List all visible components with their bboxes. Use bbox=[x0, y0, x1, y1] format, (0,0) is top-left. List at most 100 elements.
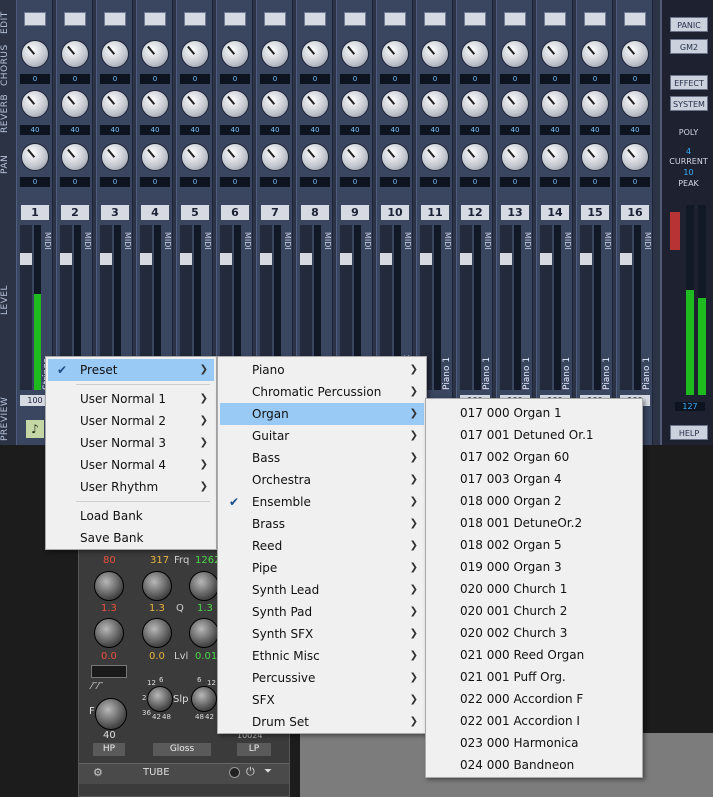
reverb-knob[interactable] bbox=[141, 90, 169, 118]
menu-item[interactable]: Pipe ❯ bbox=[220, 557, 424, 579]
menu-item[interactable]: Drum Set ❯ bbox=[220, 711, 424, 733]
edit-button[interactable] bbox=[344, 12, 366, 26]
tube-led-icon[interactable] bbox=[229, 767, 240, 778]
gain-knob[interactable] bbox=[94, 571, 124, 601]
reverb-knob[interactable] bbox=[61, 90, 89, 118]
reverb-knob[interactable] bbox=[301, 90, 329, 118]
effect-button[interactable]: EFFECT bbox=[670, 75, 708, 90]
system-button[interactable]: SYSTEM bbox=[670, 96, 708, 111]
power-icon[interactable]: ⏻ bbox=[246, 765, 255, 779]
pan-knob[interactable] bbox=[261, 143, 289, 171]
pan-knob[interactable] bbox=[621, 143, 649, 171]
gm2-button[interactable]: GM2 bbox=[670, 39, 708, 54]
reverb-knob[interactable] bbox=[581, 90, 609, 118]
reverb-knob[interactable] bbox=[221, 90, 249, 118]
pan-knob[interactable] bbox=[181, 143, 209, 171]
menu-item[interactable]: 022 001 Accordion I bbox=[428, 710, 640, 732]
fader-handle[interactable] bbox=[540, 253, 552, 265]
chorus-knob[interactable] bbox=[181, 40, 209, 68]
reverb-knob[interactable] bbox=[101, 90, 129, 118]
help-button[interactable]: HELP bbox=[670, 425, 708, 440]
menu-item[interactable]: 017 002 Organ 60 bbox=[428, 446, 640, 468]
menu-item[interactable]: 020 000 Church 1 bbox=[428, 578, 640, 600]
pan-knob[interactable] bbox=[541, 143, 569, 171]
master-fader-cap[interactable] bbox=[670, 212, 680, 250]
edit-button[interactable] bbox=[544, 12, 566, 26]
chorus-knob[interactable] bbox=[581, 40, 609, 68]
fader-handle[interactable] bbox=[100, 253, 112, 265]
level-fader[interactable] bbox=[460, 225, 472, 390]
edit-button[interactable] bbox=[24, 12, 46, 26]
slope-knob[interactable] bbox=[147, 686, 173, 712]
pan-knob[interactable] bbox=[341, 143, 369, 171]
level-fader[interactable] bbox=[500, 225, 512, 390]
menu-item[interactable]: 017 003 Organ 4 bbox=[428, 468, 640, 490]
edit-button[interactable] bbox=[584, 12, 606, 26]
reverb-knob[interactable] bbox=[381, 90, 409, 118]
q-knob-1[interactable] bbox=[94, 618, 124, 648]
hp-button[interactable]: HP bbox=[93, 743, 125, 756]
chorus-knob[interactable] bbox=[541, 40, 569, 68]
preview-note-icon[interactable]: ♪ bbox=[26, 420, 44, 438]
preset-name[interactable]: Piano 1 bbox=[602, 262, 614, 390]
freq-knob-2[interactable] bbox=[189, 571, 219, 601]
pan-knob[interactable] bbox=[221, 143, 249, 171]
q-knob-2[interactable] bbox=[142, 618, 172, 648]
reverb-knob[interactable] bbox=[621, 90, 649, 118]
level-fader[interactable] bbox=[620, 225, 632, 390]
pan-knob[interactable] bbox=[461, 143, 489, 171]
chorus-knob[interactable] bbox=[261, 40, 289, 68]
menu-item[interactable]: 022 000 Accordion F bbox=[428, 688, 640, 710]
menu-item[interactable]: 020 002 Church 3 bbox=[428, 622, 640, 644]
menu-item[interactable]: Synth SFX ❯ bbox=[220, 623, 424, 645]
pan-knob[interactable] bbox=[61, 143, 89, 171]
fader-handle[interactable] bbox=[380, 253, 392, 265]
menu-item[interactable]: 024 000 Bandneon bbox=[428, 754, 640, 776]
menu-item[interactable]: Brass ❯ bbox=[220, 513, 424, 535]
menu-item[interactable]: Load Bank bbox=[48, 505, 214, 527]
edit-button[interactable] bbox=[424, 12, 446, 26]
chorus-knob[interactable] bbox=[21, 40, 49, 68]
menu-item[interactable]: Percussive ❯ bbox=[220, 667, 424, 689]
menu-item[interactable]: Ensemble ✔ ❯ bbox=[220, 491, 424, 513]
reverb-knob[interactable] bbox=[501, 90, 529, 118]
edit-button[interactable] bbox=[624, 12, 646, 26]
reverb-knob[interactable] bbox=[261, 90, 289, 118]
menu-item[interactable]: User Normal 2 ❯ bbox=[48, 410, 214, 432]
pan-knob[interactable] bbox=[21, 143, 49, 171]
edit-button[interactable] bbox=[504, 12, 526, 26]
menu-item[interactable]: 021 001 Puff Org. bbox=[428, 666, 640, 688]
fader-handle[interactable] bbox=[140, 253, 152, 265]
menu-item[interactable]: Organ ❯ bbox=[220, 403, 424, 425]
menu-item[interactable]: Synth Pad ❯ bbox=[220, 601, 424, 623]
chorus-knob[interactable] bbox=[421, 40, 449, 68]
preset-name[interactable]: Piano 1 bbox=[562, 262, 574, 390]
chorus-knob[interactable] bbox=[101, 40, 129, 68]
menu-item[interactable]: 023 000 Harmonica bbox=[428, 732, 640, 754]
fader-handle[interactable] bbox=[580, 253, 592, 265]
menu-item[interactable]: 018 002 Organ 5 bbox=[428, 534, 640, 556]
level-fader[interactable] bbox=[20, 225, 32, 390]
menu-item[interactable]: User Normal 3 ❯ bbox=[48, 432, 214, 454]
menu-item[interactable]: 017 000 Organ 1 bbox=[428, 402, 640, 424]
fader-handle[interactable] bbox=[60, 253, 72, 265]
menu-item[interactable]: 021 000 Reed Organ bbox=[428, 644, 640, 666]
freq-knob[interactable] bbox=[142, 571, 172, 601]
preset-name[interactable]: Piano 1 bbox=[522, 262, 534, 390]
gloss-button[interactable]: Gloss bbox=[153, 743, 211, 756]
chorus-knob[interactable] bbox=[341, 40, 369, 68]
pan-knob[interactable] bbox=[381, 143, 409, 171]
menu-item[interactable]: Guitar ❯ bbox=[220, 425, 424, 447]
menu-item[interactable]: Reed ❯ bbox=[220, 535, 424, 557]
chorus-knob[interactable] bbox=[221, 40, 249, 68]
chorus-knob[interactable] bbox=[141, 40, 169, 68]
fader-handle[interactable] bbox=[220, 253, 232, 265]
pan-knob[interactable] bbox=[581, 143, 609, 171]
expand-icon[interactable]: ⏷ bbox=[264, 766, 272, 777]
fader-handle[interactable] bbox=[460, 253, 472, 265]
reverb-knob[interactable] bbox=[461, 90, 489, 118]
fader-handle[interactable] bbox=[620, 253, 632, 265]
chorus-knob[interactable] bbox=[501, 40, 529, 68]
fader-handle[interactable] bbox=[180, 253, 192, 265]
menu-item[interactable]: Save Bank bbox=[48, 527, 214, 549]
